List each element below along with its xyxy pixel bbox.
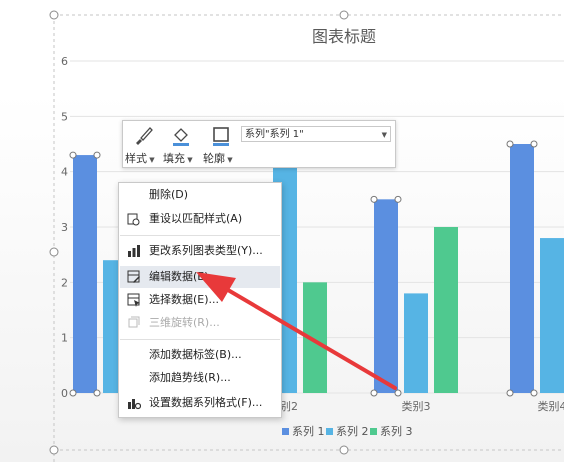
y-tick-label: 4 [61, 166, 68, 179]
y-tick-label: 3 [61, 221, 68, 234]
menu-item-label: 删除(D) [149, 188, 189, 201]
bar-3-2[interactable] [303, 282, 327, 393]
bar-selection-handle [69, 389, 77, 397]
menu-item-label: 添加数据标签(B)... [149, 348, 242, 361]
style-label: 样式 [125, 152, 147, 165]
menu-item-edit-data[interactable]: 编辑数据(E) [120, 266, 280, 288]
bar-selection-handle [93, 151, 101, 159]
legend[interactable]: 系列 1 系列 2 系列 3 [282, 424, 413, 438]
outline-button[interactable]: 轮廓 ▼ [203, 123, 239, 165]
edit-data-icon [127, 270, 140, 283]
menu-item-label: 三维旋转(R)... [149, 316, 220, 329]
x-axis-label: 类别3 [402, 399, 431, 413]
outline-square-icon [213, 127, 229, 146]
chart-plot[interactable]: 图表标题 0 1 2 3 4 5 6 别2 类别3 类别4 系列 1 系列 2 系列 3 [0, 0, 564, 462]
bar-1-3[interactable] [374, 199, 398, 393]
paint-bucket-icon [173, 128, 189, 146]
bar-selection-handle [530, 389, 538, 397]
style-button[interactable]: 样式 ▼ [125, 123, 161, 165]
menu-item-label: 添加趋势线(R)... [149, 371, 231, 384]
chevron-down-icon: ▼ [381, 131, 387, 139]
series-select-value: 系列"系列 1" [245, 129, 304, 140]
legend-label: 系列 2 [336, 424, 369, 438]
y-axis-ticks: 0 1 2 3 4 5 6 [61, 55, 68, 400]
chart-area[interactable]: 图表标题 0 1 2 3 4 5 6 别2 类别3 类别4 系列 1 系列 2 系列 3 [0, 0, 564, 462]
format-toolbar: 样式 ▼ 填充 ▼ 轮廓 ▼ 系列"系列 1" ▼ [122, 120, 396, 168]
x-axis-label: 别2 [280, 400, 298, 413]
context-menu: 删除(D) 重设以匹配样式(A) 更改系列图表类型(Y)... 编辑数据(E) [118, 182, 282, 418]
resize-handle-top-mid[interactable] [339, 10, 349, 20]
y-tick-label: 6 [61, 55, 68, 68]
menu-item-delete[interactable]: 删除(D) [120, 184, 280, 206]
chevron-down-icon: ▼ [147, 156, 155, 164]
menu-item-label: 更改系列图表类型(Y)... [149, 244, 263, 257]
menu-item-select-data[interactable]: 选择数据(E)... [120, 289, 280, 311]
bar-selection-handle [93, 389, 101, 397]
menu-item-add-data-labels[interactable]: 添加数据标签(B)... [120, 344, 280, 366]
menu-item-label: 选择数据(E)... [149, 293, 220, 306]
x-axis-label: 类别4 [538, 399, 564, 413]
y-tick-label: 1 [61, 332, 68, 345]
bar-2-4[interactable] [540, 238, 564, 393]
menu-item-change-chart-type[interactable]: 更改系列图表类型(Y)... [120, 240, 280, 262]
bar-selection-handle [69, 151, 77, 159]
legend-swatch [370, 428, 377, 435]
legend-label: 系列 1 [292, 424, 325, 438]
resize-handle-mid-left[interactable] [49, 247, 59, 257]
menu-item-add-trendline[interactable]: 添加趋势线(R)... [120, 367, 280, 389]
y-tick-label: 2 [61, 276, 68, 289]
bar-selection-handle [370, 389, 378, 397]
bar-1-1[interactable] [73, 155, 97, 393]
menu-item-label: 设置数据系列格式(F)... [149, 396, 263, 409]
menu-item-format-series[interactable]: 设置数据系列格式(F)... [120, 392, 280, 414]
x-axis-labels: 别2 类别3 类别4 [280, 399, 564, 413]
format-series-icon [128, 399, 141, 410]
reset-style-icon [127, 213, 140, 226]
series-select[interactable]: 系列"系列 1" ▼ [241, 126, 391, 142]
outline-label: 轮廓 [203, 152, 225, 165]
chevron-down-icon: ▼ [185, 156, 193, 164]
bar-3-3[interactable] [434, 227, 458, 393]
bar-2-3[interactable] [404, 293, 428, 393]
y-tick-label: 5 [61, 110, 68, 123]
bar-1-4[interactable] [510, 144, 534, 393]
menu-separator [120, 235, 280, 236]
legend-swatch [282, 428, 289, 435]
fill-label: 填充 [163, 152, 185, 165]
menu-item-3d-rotation: 三维旋转(R)... [120, 312, 280, 334]
legend-label: 系列 3 [380, 424, 413, 438]
bar-selection-handle [370, 195, 378, 203]
legend-swatch [326, 428, 333, 435]
menu-item-reset-style[interactable]: 重设以匹配样式(A) [120, 208, 280, 230]
chart-title[interactable]: 图表标题 [312, 27, 376, 46]
chevron-down-icon: ▼ [225, 156, 233, 164]
brush-icon [136, 127, 153, 145]
bar-selection-handle [506, 389, 514, 397]
resize-handle-top-left[interactable] [49, 10, 59, 20]
y-tick-label: 0 [61, 387, 68, 400]
menu-item-label: 重设以匹配样式(A) [149, 212, 243, 225]
resize-handle-bottom-mid[interactable] [339, 445, 349, 455]
bar-selection-handle [530, 140, 538, 148]
select-data-icon [127, 293, 140, 307]
bar-chart-icon [128, 245, 140, 257]
bar-selection-handle [394, 389, 402, 397]
fill-button[interactable]: 填充 ▼ [163, 123, 199, 165]
3d-rotate-icon [128, 316, 140, 328]
bar-selection-handle [506, 140, 514, 148]
menu-item-label: 编辑数据(E) [149, 270, 209, 283]
bar-selection-handle [394, 195, 402, 203]
resize-handle-bottom-left[interactable] [49, 445, 59, 455]
menu-separator [120, 339, 280, 340]
